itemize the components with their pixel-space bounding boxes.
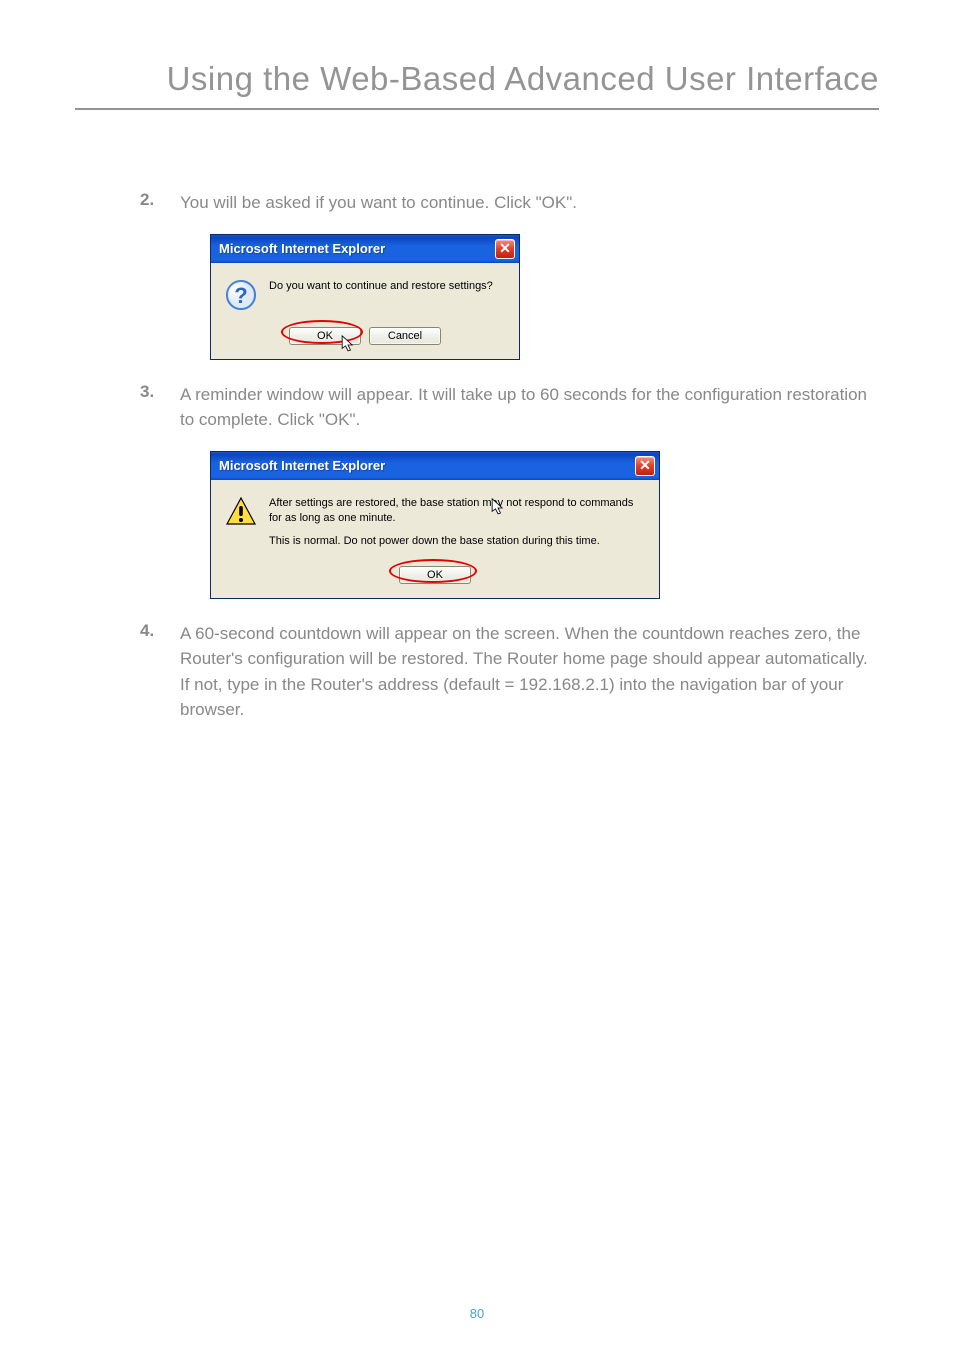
message-row: After settings are restored, the base st… xyxy=(225,496,645,550)
page-title: Using the Web-Based Advanced User Interf… xyxy=(75,60,879,110)
message-block: After settings are restored, the base st… xyxy=(269,496,645,550)
dialog-title: Microsoft Internet Explorer xyxy=(219,458,385,473)
step-number: 3. xyxy=(140,382,180,433)
step-4: 4. A 60-second countdown will appear on … xyxy=(75,621,879,723)
dialog-body: After settings are restored, the base st… xyxy=(211,480,659,560)
button-row: OK Cancel xyxy=(211,321,519,359)
dialog-title: Microsoft Internet Explorer xyxy=(219,241,385,256)
step-text: A 60-second countdown will appear on the… xyxy=(180,621,879,723)
titlebar: Microsoft Internet Explorer ✕ xyxy=(211,235,519,263)
close-icon: ✕ xyxy=(499,240,511,257)
cancel-button[interactable]: Cancel xyxy=(369,327,441,345)
step-text: You will be asked if you want to continu… xyxy=(180,190,587,216)
close-icon: ✕ xyxy=(639,457,651,474)
reminder-dialog: Microsoft Internet Explorer ✕ After sett… xyxy=(210,451,660,599)
step-number: 4. xyxy=(140,621,180,723)
warning-icon xyxy=(225,496,257,528)
dialog-body: ? Do you want to continue and restore se… xyxy=(211,263,519,321)
dialog-message: Do you want to continue and restore sett… xyxy=(269,279,493,294)
step-number: 2. xyxy=(140,190,180,216)
ok-button[interactable]: OK xyxy=(289,327,361,345)
button-row: OK xyxy=(211,560,659,598)
ok-button[interactable]: OK xyxy=(399,566,471,584)
step-text: A reminder window will appear. It will t… xyxy=(180,382,879,433)
titlebar: Microsoft Internet Explorer ✕ xyxy=(211,452,659,480)
step-3: 3. A reminder window will appear. It wil… xyxy=(75,382,879,433)
close-button[interactable]: ✕ xyxy=(635,456,655,476)
close-button[interactable]: ✕ xyxy=(495,239,515,259)
svg-text:?: ? xyxy=(234,283,247,308)
confirm-dialog: Microsoft Internet Explorer ✕ ? Do you w… xyxy=(210,234,520,360)
dialog-message-line2: This is normal. Do not power down the ba… xyxy=(269,534,645,549)
question-icon: ? xyxy=(225,279,257,311)
step-2: 2. You will be asked if you want to cont… xyxy=(75,190,879,216)
dialog-message-line1: After settings are restored, the base st… xyxy=(269,496,645,527)
page-number: 80 xyxy=(0,1306,954,1321)
